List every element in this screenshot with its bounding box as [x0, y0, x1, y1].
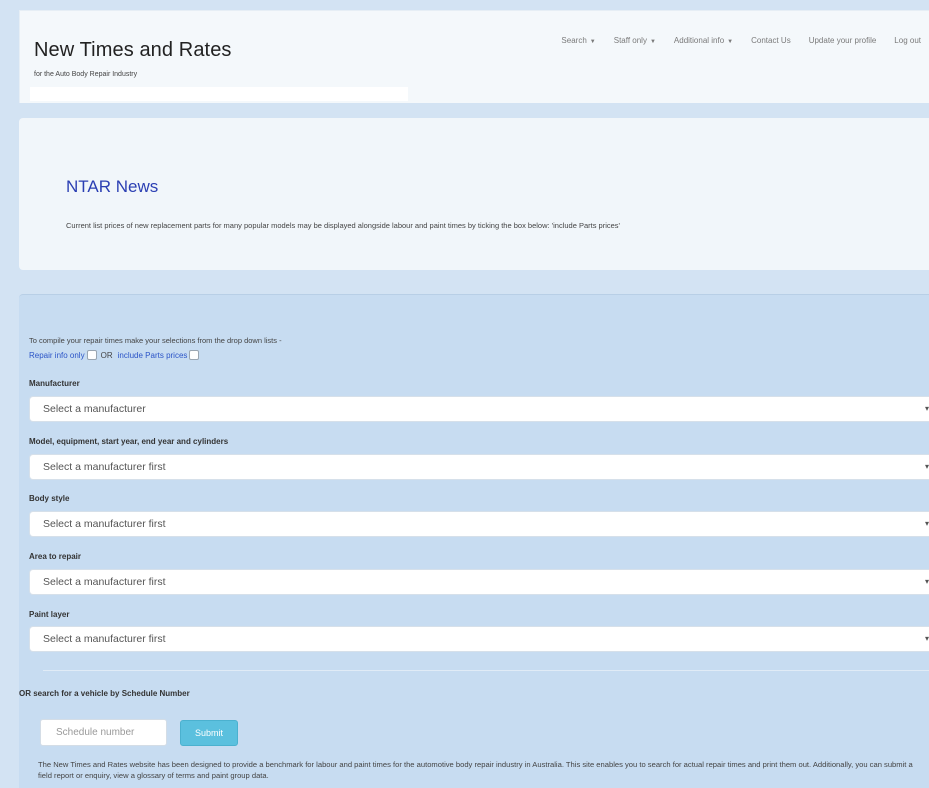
schedule-search-label: OR search for a vehicle by Schedule Numb…	[19, 689, 190, 698]
submit-button[interactable]: Submit	[180, 720, 238, 746]
news-panel: NTAR News Current list prices of new rep…	[19, 118, 929, 270]
nav-item-additional-info[interactable]: Additional info ▼	[665, 36, 742, 45]
nav-item-label: Additional info	[673, 36, 725, 45]
select-arrow-icon: ▾	[924, 634, 929, 643]
manufacturer-label: Manufacturer	[29, 379, 80, 388]
nav-item-label: Contact Us	[751, 36, 791, 45]
body-style-select-value: Select a manufacturer first	[43, 518, 166, 530]
caret-down-icon: ▼	[727, 39, 734, 45]
select-arrow-icon: ▾	[924, 462, 929, 471]
schedule-number-input[interactable]: Schedule number	[40, 719, 167, 746]
news-title: NTAR News	[66, 177, 159, 196]
info-options: Repair info only OR include Parts prices	[29, 350, 203, 360]
manufacturer-select[interactable]: Select a manufacturer ▾	[29, 396, 929, 422]
nav-item-log-out[interactable]: Log out	[885, 36, 929, 45]
include-parts-prices-label[interactable]: include Parts prices	[118, 351, 188, 360]
repair-info-only-checkbox[interactable]	[86, 350, 97, 360]
manufacturer-select-value: Select a manufacturer	[43, 403, 146, 415]
model-select[interactable]: Select a manufacturer first ▾	[29, 454, 929, 480]
main-nav: Search ▼ Staff only ▼ Additional info ▼ Con…	[552, 36, 929, 45]
area-to-repair-label: Area to repair	[29, 552, 82, 561]
brand-title[interactable]: New Times and Rates	[34, 39, 232, 62]
nav-item-update-profile[interactable]: Update your profile	[800, 36, 886, 45]
brand-underbar	[30, 87, 408, 101]
include-parts-prices-checkbox[interactable]	[189, 350, 200, 360]
caret-down-icon: ▼	[649, 39, 656, 45]
paint-layer-label: Paint layer	[29, 610, 70, 619]
nav-item-label: Update your profile	[808, 36, 877, 45]
nav-item-search[interactable]: Search ▼	[552, 36, 604, 45]
brand-tagline: for the Auto Body Repair Industry	[34, 71, 138, 78]
nav-item-staff-only[interactable]: Staff only ▼	[605, 36, 665, 45]
news-text: Current list prices of new replacement p…	[66, 221, 620, 230]
nav-item-label: Log out	[894, 36, 921, 45]
top-navbar: New Times and Rates for the Auto Body Re…	[19, 10, 929, 103]
paint-layer-select[interactable]: Select a manufacturer first ▾	[29, 626, 929, 652]
area-to-repair-select-value: Select a manufacturer first	[43, 576, 166, 588]
nav-item-label: Staff only	[613, 36, 647, 45]
page: New Times and Rates for the Auto Body Re…	[0, 0, 929, 788]
nav-item-contact-us[interactable]: Contact Us	[742, 36, 800, 45]
select-arrow-icon: ▾	[924, 519, 929, 528]
model-label: Model, equipment, start year, end year a…	[29, 437, 229, 446]
form-intro: To compile your repair times make your s…	[29, 336, 282, 345]
repair-info-only-label[interactable]: Repair info only	[29, 351, 85, 360]
caret-down-icon: ▼	[589, 39, 596, 45]
model-select-value: Select a manufacturer first	[43, 461, 166, 473]
select-arrow-icon: ▾	[924, 577, 929, 586]
select-arrow-icon: ▾	[924, 404, 929, 413]
area-to-repair-select[interactable]: Select a manufacturer first ▾	[29, 569, 929, 595]
paint-layer-select-value: Select a manufacturer first	[43, 633, 166, 645]
repair-form-panel: To compile your repair times make your s…	[19, 294, 929, 788]
body-style-label: Body style	[29, 494, 70, 503]
section-divider	[43, 670, 929, 671]
about-text: The New Times and Rates website has been…	[38, 760, 913, 780]
body-style-select[interactable]: Select a manufacturer first ▾	[29, 511, 929, 537]
nav-item-label: Search	[561, 36, 587, 45]
options-or-text: OR	[100, 350, 113, 360]
